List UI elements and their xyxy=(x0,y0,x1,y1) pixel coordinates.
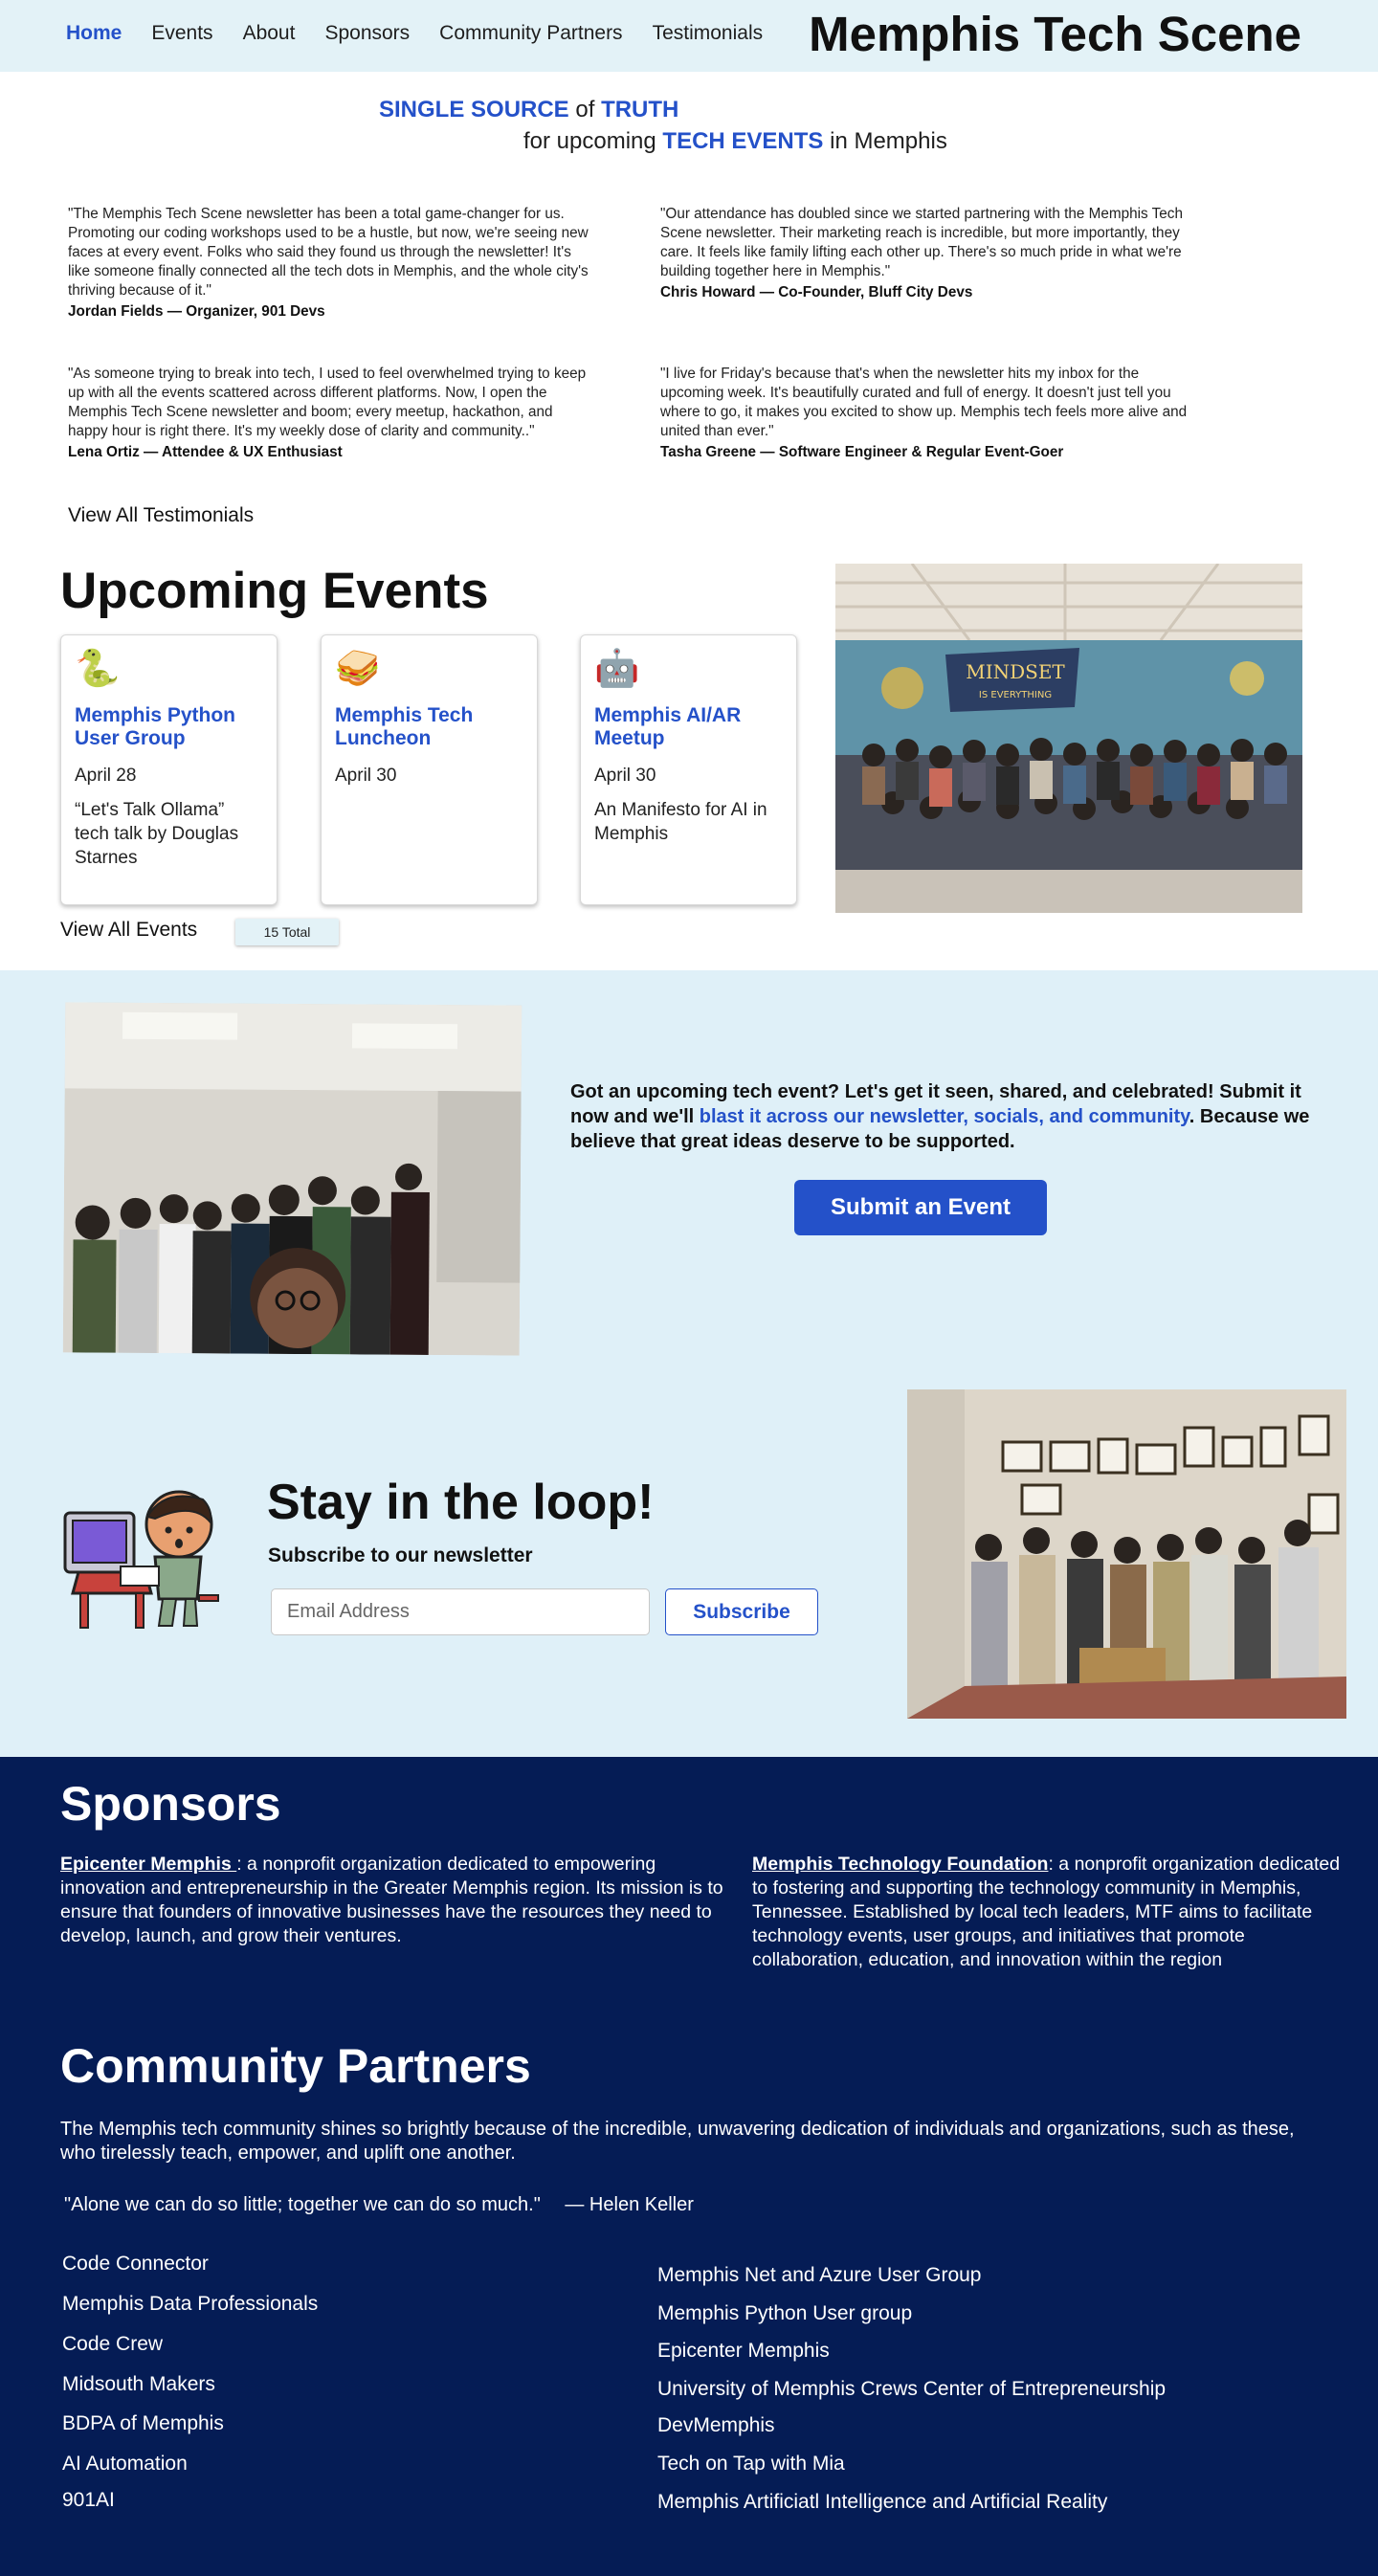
testimonial-quote: "As someone trying to break into tech, I… xyxy=(68,366,587,439)
event-card[interactable]: 🥪 Memphis Tech Luncheon April 30 xyxy=(321,634,538,905)
tagline-line-2: for upcoming TECH EVENTS in Memphis xyxy=(523,128,947,155)
submit-event-text: Got an upcoming tech event? Let's get it… xyxy=(570,1079,1326,1154)
group-photo-office xyxy=(907,1389,1346,1719)
testimonial-author: Lena Ortiz — Attendee & UX Enthusiast xyxy=(68,444,343,460)
quote-author: — Helen Keller xyxy=(565,2194,694,2215)
event-description: “Let's Talk Ollama” tech talk by Douglas… xyxy=(75,800,239,868)
submit-event-button[interactable]: Submit an Event xyxy=(794,1180,1047,1235)
community-intro: The Memphis tech community shines so bri… xyxy=(60,2119,1295,2164)
mascot-illustration xyxy=(59,1480,222,1633)
event-title[interactable]: Memphis Tech Luncheon xyxy=(335,704,523,750)
selfie-photo-illustration xyxy=(62,1002,522,1356)
event-title[interactable]: Memphis AI/AR Meetup xyxy=(594,704,783,750)
view-all-events-link[interactable]: View All Events xyxy=(60,919,197,942)
office-photo-illustration xyxy=(907,1389,1346,1719)
sponsor-link[interactable]: Epicenter Memphis xyxy=(60,1854,236,1875)
testimonial: "The Memphis Tech Scene newsletter has b… xyxy=(68,205,594,322)
partner-item: Tech on Tap with Mia xyxy=(657,2453,845,2475)
partner-item: DevMemphis xyxy=(657,2414,775,2436)
partner-item: Midsouth Makers xyxy=(62,2373,215,2395)
event-card[interactable]: 🐍 Memphis Python User Group April 28 “Le… xyxy=(60,634,278,905)
mural-text: MINDSET xyxy=(966,660,1065,683)
email-input[interactable] xyxy=(271,1588,650,1635)
partner-item: BDPA of Memphis xyxy=(62,2412,224,2434)
event-card[interactable]: 🤖 Memphis AI/AR Meetup April 30 An Manif… xyxy=(580,634,797,905)
event-photo-illustration: MINDSET IS EVERYTHING xyxy=(835,564,1302,913)
nav-home[interactable]: Home xyxy=(66,22,122,45)
partner-item: University of Memphis Crews Center of En… xyxy=(657,2378,1167,2400)
robot-icon: 🤖 xyxy=(594,649,640,689)
snake-icon: 🐍 xyxy=(75,649,121,689)
testimonial-quote: "I live for Friday's because that's when… xyxy=(660,366,1188,439)
tagline-highlight: TECH EVENTS xyxy=(662,128,824,154)
testimonial-author: Jordan Fields — Organizer, 901 Devs xyxy=(68,303,325,320)
events-heading: Upcoming Events xyxy=(60,563,489,619)
subscribe-button[interactable]: Subscribe xyxy=(665,1588,818,1635)
view-all-testimonials-link[interactable]: View All Testimonials xyxy=(68,504,254,527)
submit-highlight-link[interactable]: blast it across our newsletter, socials,… xyxy=(700,1106,1189,1127)
tagline-line-1: SINGLE SOURCE of TRUTH xyxy=(379,97,678,123)
event-title[interactable]: Memphis Python User Group xyxy=(75,704,263,750)
testimonial: "I live for Friday's because that's when… xyxy=(660,365,1191,462)
tagline-text: of xyxy=(568,97,602,122)
partner-item: AI Automation xyxy=(62,2453,188,2475)
testimonial-author: Chris Howard — Co-Founder, Bluff City De… xyxy=(660,284,973,300)
event-date: April 30 xyxy=(594,766,656,786)
tagline-text: in Memphis xyxy=(823,128,947,154)
tagline-highlight: SINGLE SOURCE xyxy=(379,97,569,122)
community-partners-heading: Community Partners xyxy=(60,2039,531,2093)
sponsor-link[interactable]: Memphis Technology Foundation xyxy=(752,1854,1048,1875)
testimonial: "Our attendance has doubled since we sta… xyxy=(660,205,1191,302)
partner-item: Code Crew xyxy=(62,2333,164,2355)
testimonial-quote: "Our attendance has doubled since we sta… xyxy=(660,206,1183,279)
community-quote: "Alone we can do so little; together we … xyxy=(64,2194,694,2216)
sponsor-entry: Epicenter Memphis : a nonprofit organiza… xyxy=(60,1853,730,1948)
event-description: An Manifesto for AI in Memphis xyxy=(594,800,767,844)
nav-links: Home Events About Sponsors Community Par… xyxy=(66,22,792,45)
event-date: April 30 xyxy=(335,766,397,786)
partner-item: 901AI xyxy=(62,2489,115,2511)
testimonial-quote: "The Memphis Tech Scene newsletter has b… xyxy=(68,206,589,299)
partner-item: Memphis Data Professionals xyxy=(62,2293,319,2315)
sponsors-heading: Sponsors xyxy=(60,1777,281,1831)
partner-item: Epicenter Memphis xyxy=(657,2340,830,2362)
selfie-group-photo xyxy=(62,1002,522,1356)
sandwich-icon: 🥪 xyxy=(335,649,381,689)
nav-events[interactable]: Events xyxy=(151,22,212,45)
mascot-laptop-icon xyxy=(63,1490,219,1629)
subscribe-title: Stay in the loop! xyxy=(267,1475,655,1530)
top-nav: Home Events About Sponsors Community Par… xyxy=(0,0,1378,72)
testimonial: "As someone trying to break into tech, I… xyxy=(68,365,594,462)
partner-item: Code Connector xyxy=(62,2253,209,2275)
partner-item: Memphis Net and Azure User Group xyxy=(657,2264,982,2286)
nav-about[interactable]: About xyxy=(243,22,296,45)
events-total-badge: 15 Total xyxy=(235,919,339,945)
nav-sponsors[interactable]: Sponsors xyxy=(324,22,410,45)
nav-community-partners[interactable]: Community Partners xyxy=(439,22,622,45)
event-group-photo: MINDSET IS EVERYTHING xyxy=(835,564,1302,913)
nav-testimonials[interactable]: Testimonials xyxy=(653,22,764,45)
tagline-text: for upcoming xyxy=(523,128,663,154)
partner-item: Memphis Artificiatl Intelligence and Art… xyxy=(657,2491,1108,2513)
tagline-highlight: TRUTH xyxy=(601,97,679,122)
mural-subtext: IS EVERYTHING xyxy=(979,690,1052,700)
testimonial-author: Tasha Greene — Software Engineer & Regul… xyxy=(660,444,1064,460)
partner-item: Memphis Python User group xyxy=(657,2302,913,2324)
subscribe-subtitle: Subscribe to our newsletter xyxy=(268,1544,533,1566)
quote-text: "Alone we can do so little; together we … xyxy=(64,2194,541,2215)
site-title: Memphis Tech Scene xyxy=(809,7,1301,61)
event-date: April 28 xyxy=(75,766,137,786)
sponsor-entry: Memphis Technology Foundation: a nonprof… xyxy=(752,1853,1355,1972)
